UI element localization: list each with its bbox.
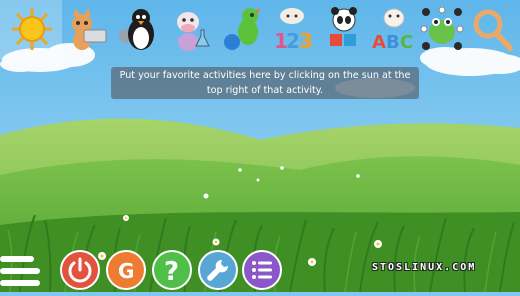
favorites-info-text: Put your favorite activities here by cli…	[119, 70, 411, 96]
panda-puzzle-icon[interactable]	[322, 6, 366, 52]
power-icon	[68, 257, 92, 283]
list-icon	[252, 261, 272, 279]
favorites-info-message: Put your favorite activities here by cli…	[111, 67, 419, 99]
gcompris-g-icon: G	[118, 259, 134, 283]
cow-letters-icon[interactable]: A B C	[372, 6, 416, 53]
svg-text:G: G	[118, 259, 134, 283]
dinosaur-ball-icon[interactable]	[220, 6, 264, 52]
svg-text:2: 2	[286, 29, 300, 52]
svg-text:C: C	[400, 32, 413, 52]
sheep-numbers-icon[interactable]: 1 2 3	[270, 6, 314, 53]
question-icon: ?	[164, 257, 179, 287]
svg-text:A: A	[372, 32, 386, 52]
svg-text:3: 3	[299, 29, 313, 52]
menu-button[interactable]	[242, 250, 282, 290]
site-watermark: STOSLINUX.COM	[372, 262, 477, 273]
exit-button[interactable]	[60, 250, 100, 290]
cow-flask-icon[interactable]	[168, 6, 212, 52]
svg-text:B: B	[386, 32, 400, 52]
svg-text:?: ?	[164, 257, 179, 287]
frog-board-icon[interactable]	[420, 6, 464, 52]
about-button[interactable]: G	[106, 250, 146, 290]
settings-button[interactable]	[198, 250, 238, 290]
category-bar: 1 2 3 A B C	[0, 0, 520, 60]
cat-with-keyboard-icon[interactable]	[64, 6, 108, 52]
collapse-bar-icon[interactable]	[0, 250, 44, 292]
help-button[interactable]: ?	[152, 250, 192, 290]
penguin-gears-icon[interactable]	[116, 6, 160, 52]
sun-icon[interactable]	[10, 6, 54, 52]
magnifier-icon[interactable]	[470, 6, 514, 52]
wrench-icon	[207, 259, 229, 281]
